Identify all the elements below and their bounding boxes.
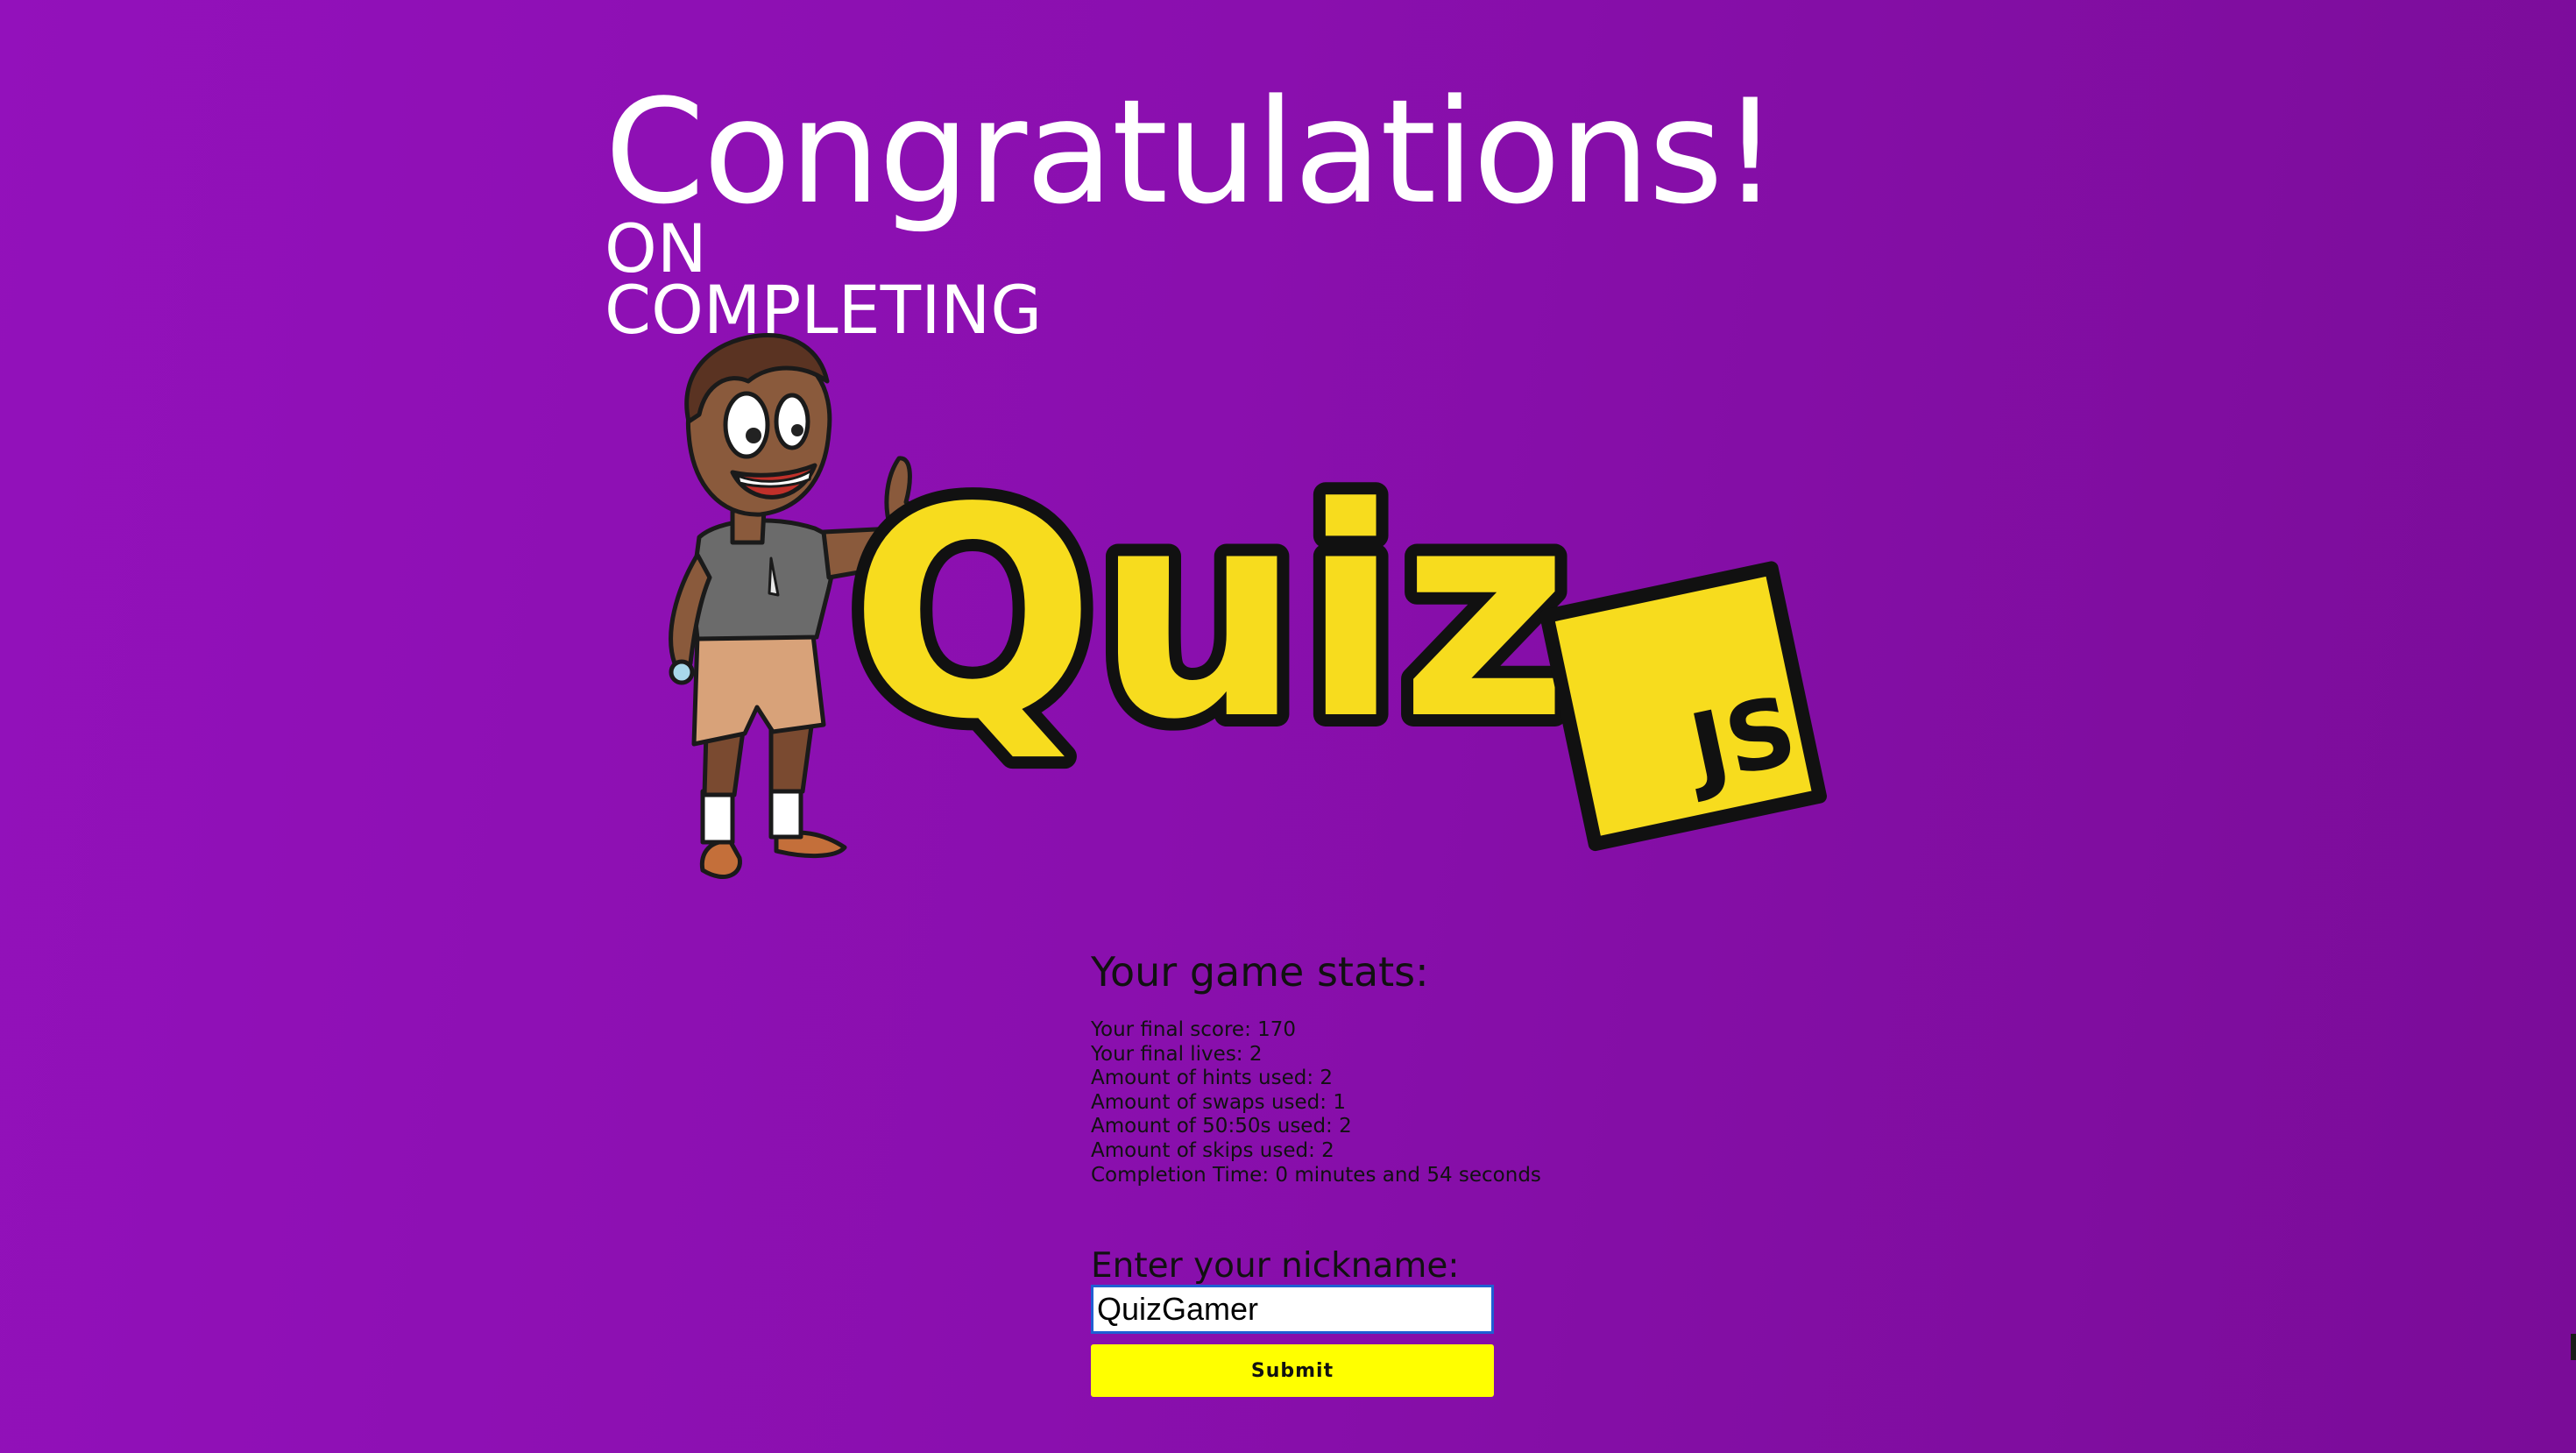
stat-fifty-fifty-used: Amount of 50:50s used: 2 <box>1091 1115 1352 1138</box>
nickname-form: Enter your nickname: Submit <box>1091 1246 1494 1397</box>
js-badge-icon: JS <box>1539 561 1827 852</box>
nickname-label: Enter your nickname: <box>1091 1246 1460 1285</box>
quiz-wordmark-text: Quiz <box>850 446 1569 783</box>
stat-swaps-used: Amount of swaps used: 1 <box>1091 1090 1346 1114</box>
stat-final-lives: Your final lives: 2 <box>1091 1042 1263 1066</box>
quiz-js-logo: Quiz JS <box>669 333 1827 879</box>
quiz-wordmark: Quiz <box>838 434 1582 795</box>
stat-completion-time: Completion Time: 0 minutes and 54 second… <box>1091 1163 1541 1187</box>
submit-button[interactable]: Submit <box>1091 1344 1494 1397</box>
stat-hints-used: Amount of hints used: 2 <box>1091 1067 1334 1090</box>
stats-list: Your final score: 170 Your final lives: … <box>1091 1018 1704 1187</box>
stat-skips-used: Amount of skips used: 2 <box>1091 1138 1334 1162</box>
game-stats-panel: Your game stats: Your final score: 170 Y… <box>1091 946 1704 1187</box>
nickname-input[interactable] <box>1091 1285 1494 1334</box>
stat-final-score: Your final score: 170 <box>1091 1018 1297 1041</box>
congratulations-title: Congratulations! <box>605 68 1779 236</box>
game-stats-heading: Your game stats: <box>1091 948 1429 996</box>
text-cursor-icon <box>2571 1334 2576 1360</box>
